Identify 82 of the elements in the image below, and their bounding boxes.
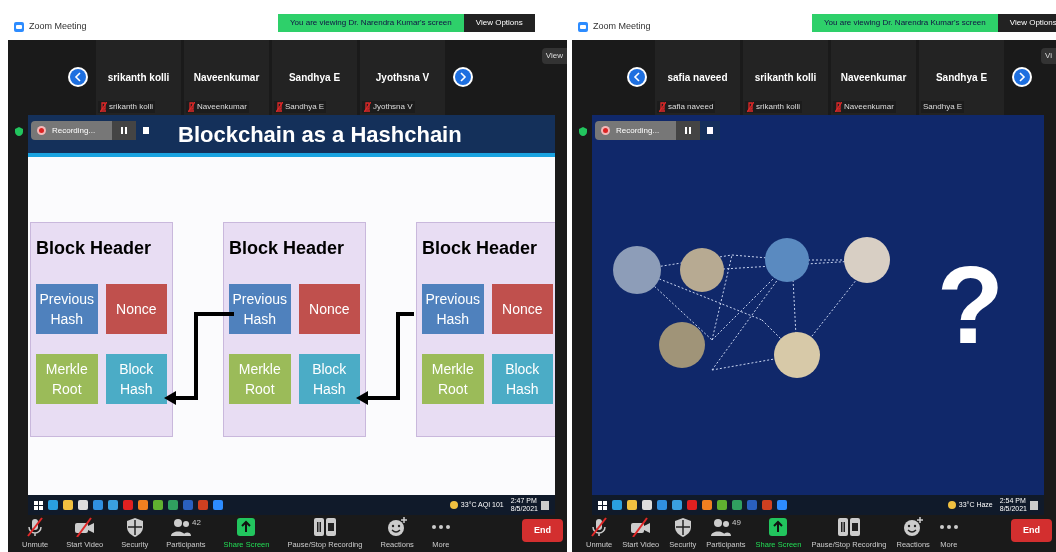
window-title: Zoom Meeting bbox=[593, 20, 651, 34]
participant-tile[interactable]: srikanth kolli srikanth kolli bbox=[96, 40, 181, 115]
participant-tile[interactable]: Jyothsna V Jyothsna V bbox=[360, 40, 445, 115]
hash-field-block: Previous Hash bbox=[229, 284, 291, 334]
hash-field-block: Merkle Root bbox=[36, 354, 98, 404]
notification-icon[interactable] bbox=[1030, 500, 1038, 510]
screen-share-banner: You are viewing Dr. Narendra Kumar's screen bbox=[812, 14, 998, 32]
participant-name: safia naveed bbox=[666, 71, 729, 85]
participant-count: 49 bbox=[732, 516, 741, 529]
sun-icon bbox=[947, 501, 956, 509]
notification-icon[interactable] bbox=[541, 500, 549, 510]
participant-name: srikanth kolli bbox=[106, 71, 171, 85]
view-button[interactable]: Vi bbox=[1041, 48, 1056, 64]
participant-tile[interactable]: Sandhya E Sandhya E bbox=[919, 40, 1004, 115]
slide-title: Blockchain as a Hashchain bbox=[178, 120, 462, 149]
question-mark: ? bbox=[936, 250, 1004, 360]
hash-field-block: Merkle Root bbox=[229, 354, 291, 404]
hash-field-block: Block Hash bbox=[105, 354, 167, 404]
video-off-icon bbox=[73, 516, 96, 537]
pause-icon[interactable] bbox=[112, 121, 136, 140]
participant-tile[interactable]: safia naveed safia naveed bbox=[655, 40, 740, 115]
view-button[interactable]: View bbox=[541, 48, 567, 64]
hash-field-block: Previous Hash bbox=[422, 284, 484, 334]
participant-label: srikanth kolli bbox=[756, 101, 800, 113]
record-dot-icon bbox=[601, 126, 610, 135]
windows-logo-icon[interactable] bbox=[598, 500, 607, 510]
end-button[interactable]: End bbox=[522, 518, 563, 542]
window-title: Zoom Meeting bbox=[29, 20, 87, 34]
right-arrow-icon[interactable] bbox=[1012, 67, 1032, 87]
video-off-icon bbox=[629, 516, 652, 537]
video-camera-icon bbox=[578, 22, 588, 32]
stop-icon[interactable] bbox=[700, 121, 720, 140]
pause-icon[interactable] bbox=[676, 121, 700, 140]
screen-share-banner: You are viewing Dr. Narendra Kumar's screen bbox=[278, 14, 464, 32]
view-options-button[interactable]: View Options bbox=[997, 14, 1056, 32]
hash-field-block: Merkle Root bbox=[422, 354, 484, 404]
hash-field-block: Nonce bbox=[298, 284, 360, 334]
participant-label: Sandhya E bbox=[285, 101, 325, 113]
participant-name: Jyothsna V bbox=[374, 71, 431, 85]
participant-label: Jyothsna V bbox=[373, 101, 413, 113]
left-arrow-icon[interactable] bbox=[627, 67, 647, 87]
participant-label: Naveenkumar bbox=[844, 101, 894, 113]
participant-label: Sandhya E bbox=[923, 101, 963, 113]
video-camera-icon bbox=[14, 22, 24, 32]
end-button[interactable]: End bbox=[1011, 518, 1052, 542]
people-icon bbox=[711, 516, 731, 537]
participant-tile[interactable]: Sandhya E Sandhya E bbox=[272, 40, 357, 115]
recording-status: Recording... bbox=[616, 124, 661, 137]
participant-tile[interactable]: srikanth kolli srikanth kolli bbox=[743, 40, 828, 115]
muted-microphone-icon bbox=[589, 516, 610, 537]
hash-field-block: Block Hash bbox=[491, 354, 553, 404]
hash-field-block: Nonce bbox=[105, 284, 167, 334]
participant-name: Naveenkumar bbox=[192, 71, 261, 85]
right-arrow-icon[interactable] bbox=[453, 67, 473, 87]
participant-name: Naveenkumar bbox=[839, 71, 908, 85]
participant-tile[interactable]: Naveenkumar Naveenkumar bbox=[184, 40, 269, 115]
participant-label: safia naveed bbox=[668, 101, 714, 113]
participant-name: Sandhya E bbox=[287, 71, 342, 85]
left-arrow-icon[interactable] bbox=[68, 67, 88, 87]
muted-microphone-icon bbox=[25, 516, 46, 537]
participant-count: 42 bbox=[192, 516, 201, 529]
windows-logo-icon[interactable] bbox=[34, 500, 43, 510]
view-options-button[interactable]: View Options bbox=[463, 14, 535, 32]
recording-status: Recording... bbox=[52, 124, 97, 137]
shield-check-icon bbox=[579, 127, 587, 136]
block-header-title: Block Header bbox=[422, 237, 539, 260]
hash-field-block: Block Hash bbox=[298, 354, 360, 404]
participant-label: srikanth kolli bbox=[109, 101, 153, 113]
people-icon bbox=[171, 516, 191, 537]
more-icon bbox=[939, 524, 958, 529]
more-icon bbox=[431, 524, 450, 529]
participant-label: Naveenkumar bbox=[197, 101, 247, 113]
block-header-title: Block Header bbox=[36, 237, 153, 260]
participant-tile[interactable]: Naveenkumar Naveenkumar bbox=[831, 40, 916, 115]
shield-check-icon bbox=[15, 127, 23, 136]
block-header-title: Block Header bbox=[229, 237, 346, 260]
participant-name: srikanth kolli bbox=[753, 71, 818, 85]
record-dot-icon bbox=[37, 126, 46, 135]
hash-field-block: Nonce bbox=[491, 284, 553, 334]
participant-name: Sandhya E bbox=[934, 71, 989, 85]
sun-icon bbox=[449, 501, 458, 509]
hash-field-block: Previous Hash bbox=[36, 284, 98, 334]
